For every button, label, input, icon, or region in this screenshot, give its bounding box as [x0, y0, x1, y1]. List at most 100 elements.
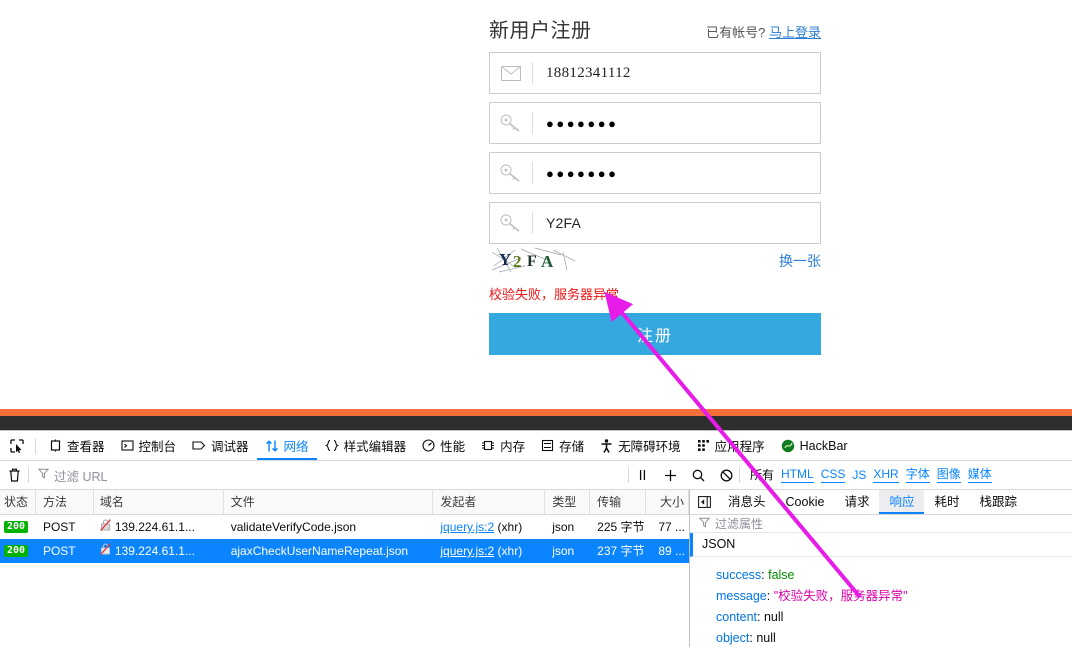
devtools-body: 状态 方法 域名 文件 发起者 类型 传输 大小 200 POST	[0, 490, 1072, 647]
password-field[interactable]: ●●●●●●●	[489, 102, 821, 144]
detail-tab-timings[interactable]: 耗时	[924, 490, 969, 514]
request-transfer: 237 字节	[590, 539, 646, 563]
devtools-tab-application[interactable]: 应用程序	[689, 432, 773, 460]
password-input-value[interactable]: ●●●●●●●	[533, 116, 820, 131]
initiator-suffix: (xhr)	[498, 520, 523, 534]
devtools-tab-label: 样式编辑器	[344, 436, 407, 455]
devtools-tab-memory[interactable]: 内存	[473, 432, 533, 460]
filter-type-css[interactable]: CSS	[821, 467, 846, 483]
dark-chrome-bar	[0, 416, 1072, 430]
request-detail-pane: 消息头 Cookie 请求 响应 耗时 栈跟踪 过滤属性 JSON succes…	[690, 490, 1072, 647]
column-header-size[interactable]: 大小	[646, 490, 689, 514]
devtools-tab-label: 存储	[559, 436, 584, 455]
properties-filter-input[interactable]: 过滤属性	[690, 515, 1072, 533]
detail-tab-response[interactable]: 响应	[879, 490, 924, 514]
devtools-tab-label: HackBar	[800, 439, 848, 453]
detail-tab-stacktrace[interactable]: 栈跟踪	[969, 490, 1027, 514]
filter-action-icons	[629, 464, 739, 486]
svg-text:A: A	[541, 252, 554, 271]
devtools-tab-inspector[interactable]: 查看器	[41, 432, 113, 460]
filter-type-all[interactable]: 所有	[750, 468, 774, 483]
registration-form: 新用户注册 已有帐号? 马上登录 18812341112	[489, 14, 821, 355]
form-header: 新用户注册 已有帐号? 马上登录	[489, 14, 821, 44]
json-key: content	[716, 610, 757, 624]
filter-funnel-icon	[38, 468, 49, 482]
devtools-tab-console[interactable]: 控制台	[113, 432, 185, 460]
detail-tab-headers[interactable]: 消息头	[718, 490, 776, 514]
devtools-tab-hackbar[interactable]: HackBar	[773, 432, 856, 460]
json-key: object	[716, 631, 749, 645]
json-tree: success: false message: "校验失败，服务器异常" con…	[690, 557, 1072, 649]
clear-requests-icon[interactable]	[0, 468, 28, 482]
column-header-domain[interactable]: 域名	[94, 490, 224, 514]
key-icon	[490, 103, 532, 143]
filter-type-html[interactable]: HTML	[781, 467, 814, 483]
captcha-input-value[interactable]: Y2FA	[533, 215, 820, 231]
account-field[interactable]: 18812341112	[489, 52, 821, 94]
devtools-tab-network[interactable]: 网络	[257, 432, 317, 460]
confirm-password-input-value[interactable]: ●●●●●●●	[533, 166, 820, 181]
svg-text:2: 2	[513, 252, 522, 271]
filter-type-font[interactable]: 字体	[906, 467, 930, 483]
json-row[interactable]: success: false	[716, 565, 1072, 586]
initiator-link[interactable]: jquery.js:2	[440, 544, 494, 558]
initiator-suffix: (xhr)	[498, 544, 523, 558]
initiator-link[interactable]: jquery.js:2	[440, 520, 494, 534]
search-icon[interactable]	[685, 464, 711, 486]
filter-type-js[interactable]: JS	[852, 468, 866, 483]
network-table-header: 状态 方法 域名 文件 发起者 类型 传输 大小	[0, 490, 689, 515]
column-header-file[interactable]: 文件	[224, 490, 434, 514]
login-link[interactable]: 马上登录	[769, 25, 821, 40]
request-size: 77 ...	[646, 515, 689, 539]
pause-icon[interactable]	[629, 464, 655, 486]
request-domain: 139.224.61.1...	[94, 539, 224, 563]
captcha-field[interactable]: Y2FA	[489, 202, 821, 244]
json-row[interactable]: object: null	[716, 628, 1072, 649]
request-method: POST	[36, 515, 94, 539]
devtools-tab-debugger[interactable]: 调试器	[184, 432, 257, 460]
element-picker-icon[interactable]	[4, 434, 30, 458]
table-row[interactable]: 200 POST 139.224.61.1... validateVerifyC…	[0, 515, 689, 539]
devtools-tab-label: 控制台	[139, 436, 177, 455]
add-icon[interactable]	[657, 464, 683, 486]
detail-tab-request[interactable]: 请求	[834, 490, 879, 514]
json-value: null	[764, 610, 783, 624]
devtools-tab-storage[interactable]: 存储	[533, 432, 592, 460]
inspector-icon	[49, 439, 62, 452]
toggle-sidebar-icon[interactable]	[690, 496, 718, 508]
submit-button[interactable]: 注册	[489, 313, 821, 355]
filter-type-media[interactable]: 媒体	[968, 467, 992, 483]
table-row[interactable]: 200 POST 139.224.61.1... ajaxCheckUserNa…	[0, 539, 689, 563]
block-icon[interactable]	[713, 464, 739, 486]
captcha-image[interactable]: Y 2 F A	[491, 246, 577, 276]
orange-accent-bar	[0, 409, 1072, 416]
column-header-method[interactable]: 方法	[36, 490, 94, 514]
json-row[interactable]: message: "校验失败，服务器异常"	[716, 586, 1072, 607]
refresh-captcha-link[interactable]: 换一张	[779, 251, 821, 271]
console-icon	[121, 439, 134, 452]
devtools-tab-style-editor[interactable]: 样式编辑器	[317, 432, 415, 460]
column-header-initiator[interactable]: 发起者	[433, 490, 545, 514]
filter-type-image[interactable]: 图像	[937, 467, 961, 483]
filter-type-xhr[interactable]: XHR	[873, 467, 898, 483]
devtools-tab-label: 应用程序	[715, 436, 765, 455]
json-row[interactable]: content: null	[716, 607, 1072, 628]
column-header-type[interactable]: 类型	[545, 490, 590, 514]
devtools-tab-performance[interactable]: 性能	[414, 432, 473, 460]
request-size: 89 ...	[646, 539, 689, 563]
memory-icon	[481, 439, 495, 452]
confirm-password-field[interactable]: ●●●●●●●	[489, 152, 821, 194]
devtools-tab-accessibility[interactable]: 无障碍环境	[592, 432, 689, 460]
detail-tab-cookie[interactable]: Cookie	[776, 490, 835, 514]
key-icon	[490, 153, 532, 193]
json-value: "校验失败，服务器异常"	[774, 589, 908, 603]
json-key: success	[716, 568, 761, 582]
account-input-value[interactable]: 18812341112	[533, 65, 820, 82]
json-section-label[interactable]: JSON	[690, 533, 1072, 557]
column-header-transfer[interactable]: 传输	[590, 490, 646, 514]
column-header-status[interactable]: 状态	[0, 490, 36, 514]
devtools-tab-label: 调试器	[211, 436, 249, 455]
status-badge: 200	[4, 545, 28, 557]
devtools-tab-label: 内存	[500, 436, 525, 455]
url-filter-input[interactable]: 过滤 URL	[29, 466, 628, 485]
